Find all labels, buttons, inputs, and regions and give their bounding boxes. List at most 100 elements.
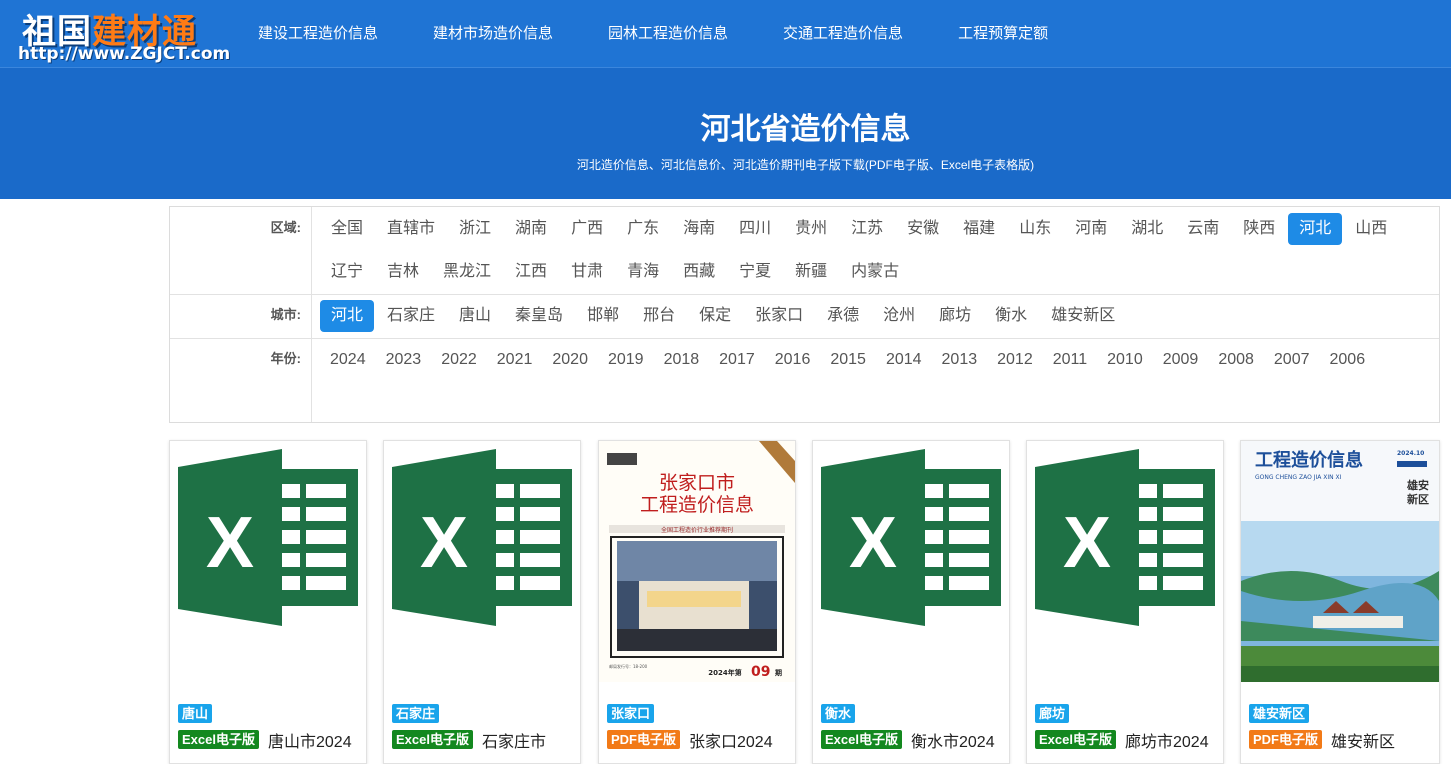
city-option[interactable]: 廊坊 bbox=[928, 300, 982, 332]
region-option[interactable]: 浙江 bbox=[448, 213, 502, 245]
year-option[interactable]: 2021 bbox=[487, 344, 543, 376]
year-option[interactable]: 2010 bbox=[1097, 344, 1153, 376]
year-option[interactable]: 2023 bbox=[376, 344, 432, 376]
region-options: 全国 直辖市 浙江 湖南 广西 广东 海南 四川 贵州 江苏 安徽 福建 山东 河南 湖北 云南 陕西 河北 山西辽… bbox=[320, 213, 1435, 299]
file-type-badge: Excel电子版 bbox=[392, 730, 473, 749]
city-option[interactable]: 河北 bbox=[320, 300, 375, 332]
cover-issue-number: 09 bbox=[751, 664, 770, 680]
year-option[interactable]: 2022 bbox=[431, 344, 487, 376]
city-tag[interactable]: 衡水 bbox=[821, 704, 856, 723]
city-option[interactable]: 邢台 bbox=[632, 300, 686, 332]
region-option[interactable]: 江苏 bbox=[840, 213, 894, 245]
region-option[interactable]: 河北 bbox=[1288, 213, 1343, 245]
document-card[interactable]: X 衡水 Excel电子版 衡水市2024 bbox=[812, 440, 1010, 764]
year-option[interactable]: 2012 bbox=[987, 344, 1043, 376]
logo-url: http://www.ZGJCT.com bbox=[18, 44, 231, 64]
city-option[interactable]: 承德 bbox=[816, 300, 870, 332]
excel-icon: X bbox=[1027, 441, 1223, 682]
card-title[interactable]: 唐山市2024 bbox=[268, 728, 352, 752]
region-option[interactable]: 全国 bbox=[320, 213, 374, 245]
city-option[interactable]: 邯郸 bbox=[576, 300, 630, 332]
card-title[interactable]: 廊坊市2024 bbox=[1125, 728, 1209, 752]
region-label: 区域: bbox=[270, 220, 301, 235]
city-option[interactable]: 保定 bbox=[688, 300, 742, 332]
year-option[interactable]: 2007 bbox=[1264, 344, 1320, 376]
file-type-badge: Excel电子版 bbox=[178, 730, 259, 749]
region-option[interactable]: 湖南 bbox=[504, 213, 558, 245]
page-subtitle: 河北造价信息、河北信息价、河北造价期刊电子版下载(PDF电子版、Excel电子表… bbox=[576, 158, 1035, 172]
region-option[interactable]: 四川 bbox=[728, 213, 782, 245]
year-option[interactable]: 2013 bbox=[932, 344, 988, 376]
document-card[interactable]: X 唐山 Excel电子版 唐山市2024 bbox=[169, 440, 367, 764]
region-option[interactable]: 江西 bbox=[504, 256, 558, 288]
year-option[interactable]: 2015 bbox=[820, 344, 876, 376]
city-option[interactable]: 秦皇岛 bbox=[504, 300, 574, 332]
city-tag[interactable]: 唐山 bbox=[178, 704, 213, 723]
region-option[interactable]: 甘肃 bbox=[560, 256, 614, 288]
region-option[interactable]: 广西 bbox=[560, 213, 614, 245]
nav-item[interactable]: 建设工程造价信息 bbox=[258, 0, 378, 67]
region-option[interactable]: 黑龙江 bbox=[432, 256, 502, 288]
region-option[interactable]: 陕西 bbox=[1232, 213, 1286, 245]
region-option[interactable]: 新疆 bbox=[784, 256, 838, 288]
card-title[interactable]: 石家庄市 bbox=[482, 728, 546, 752]
year-option[interactable]: 2020 bbox=[542, 344, 598, 376]
region-option[interactable]: 云南 bbox=[1176, 213, 1230, 245]
nav-item[interactable]: 工程预算定额 bbox=[958, 0, 1048, 67]
year-option[interactable]: 2008 bbox=[1208, 344, 1264, 376]
region-option[interactable]: 安徽 bbox=[896, 213, 950, 245]
region-option[interactable]: 山西 bbox=[1344, 213, 1398, 245]
region-option[interactable]: 吉林 bbox=[376, 256, 430, 288]
card-title[interactable]: 张家口2024 bbox=[689, 728, 773, 752]
year-option[interactable]: 2011 bbox=[1043, 344, 1097, 376]
nav-item[interactable]: 建材市场造价信息 bbox=[433, 0, 553, 67]
region-option[interactable]: 青海 bbox=[616, 256, 670, 288]
city-option[interactable]: 张家口 bbox=[744, 300, 814, 332]
region-option[interactable]: 辽宁 bbox=[320, 256, 374, 288]
region-option[interactable]: 河南 bbox=[1064, 213, 1118, 245]
year-option[interactable]: 2014 bbox=[876, 344, 932, 376]
page-title: 河北省造价信息 bbox=[700, 113, 911, 146]
year-option[interactable]: 2018 bbox=[654, 344, 710, 376]
document-card[interactable]: X 廊坊 Excel电子版 廊坊市2024 bbox=[1026, 440, 1224, 764]
year-option[interactable]: 2024 bbox=[320, 344, 376, 376]
city-options: 河北 石家庄 唐山 秦皇岛 邯郸 邢台 保定 张家口 承德 沧州 廊坊 衡水 雄安新区 bbox=[320, 300, 1435, 343]
city-option[interactable]: 石家庄 bbox=[376, 300, 446, 332]
svg-text:X: X bbox=[420, 503, 468, 583]
region-option[interactable]: 内蒙古 bbox=[840, 256, 910, 288]
nav-item[interactable]: 交通工程造价信息 bbox=[783, 0, 903, 67]
city-option[interactable]: 衡水 bbox=[984, 300, 1038, 332]
region-option[interactable]: 山东 bbox=[1008, 213, 1062, 245]
city-tag[interactable]: 廊坊 bbox=[1035, 704, 1070, 723]
document-card[interactable]: X 石家庄 Excel电子版 石家庄市 bbox=[383, 440, 581, 764]
file-type-badge: PDF电子版 bbox=[607, 730, 681, 749]
nav-item[interactable]: 园林工程造价信息 bbox=[608, 0, 728, 67]
year-option[interactable]: 2006 bbox=[1320, 344, 1376, 376]
card-title[interactable]: 雄安新区 bbox=[1331, 728, 1395, 752]
svg-text:X: X bbox=[1063, 503, 1111, 583]
region-option[interactable]: 西藏 bbox=[672, 256, 726, 288]
region-option[interactable]: 湖北 bbox=[1120, 213, 1174, 245]
region-option[interactable]: 广东 bbox=[616, 213, 670, 245]
region-option[interactable]: 直辖市 bbox=[376, 213, 446, 245]
region-option[interactable]: 海南 bbox=[672, 213, 726, 245]
year-option[interactable]: 2017 bbox=[709, 344, 765, 376]
year-options: 2024 2023 2022 2021 2020 2019 2018 2017 2016 2015… bbox=[320, 344, 1435, 386]
region-option[interactable]: 贵州 bbox=[784, 213, 838, 245]
city-option[interactable]: 唐山 bbox=[448, 300, 502, 332]
year-option[interactable]: 2016 bbox=[765, 344, 821, 376]
document-card[interactable]: 张家口市 工程造价信息 全国工程造价行业推荐期刊 邮局发行号：18-200 20… bbox=[598, 440, 796, 764]
card-title[interactable]: 衡水市2024 bbox=[911, 728, 995, 752]
region-option[interactable]: 宁夏 bbox=[728, 256, 782, 288]
city-tag[interactable]: 雄安新区 bbox=[1249, 704, 1310, 723]
city-option[interactable]: 沧州 bbox=[872, 300, 926, 332]
city-tag[interactable]: 张家口 bbox=[607, 704, 655, 723]
region-option[interactable]: 福建 bbox=[952, 213, 1006, 245]
document-card[interactable]: 工程造价信息 GONG CHENG ZAO JIA XIN XI 2024.10… bbox=[1240, 440, 1440, 764]
year-option[interactable]: 2009 bbox=[1153, 344, 1209, 376]
year-option[interactable]: 2019 bbox=[598, 344, 654, 376]
city-tag[interactable]: 石家庄 bbox=[392, 704, 440, 723]
cover-title-line1: 工程造价信息 bbox=[1255, 449, 1363, 471]
city-option[interactable]: 雄安新区 bbox=[1040, 300, 1126, 332]
site-logo[interactable]: 祖国建材通 http://www.ZGJCT.com bbox=[18, 4, 231, 64]
